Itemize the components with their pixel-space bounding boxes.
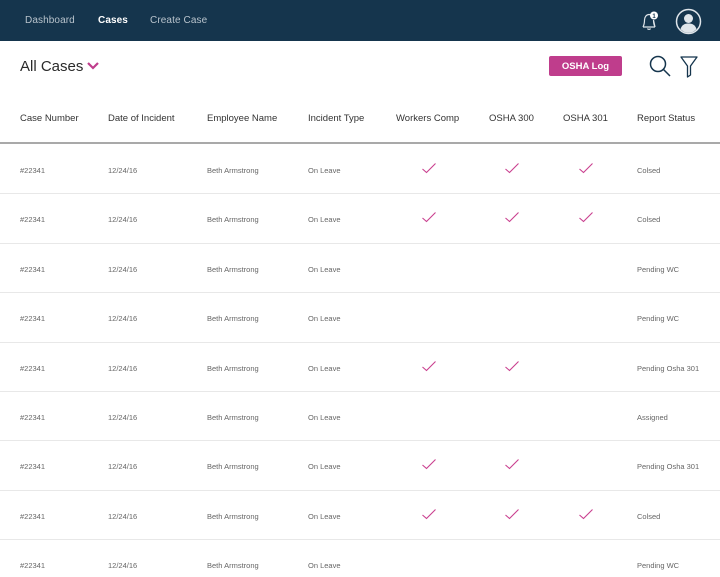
table-header: Case Number Date of Incident Employee Na… — [0, 96, 720, 144]
top-navigation-bar: Dashboard Cases Create Case 1 — [0, 0, 720, 41]
cell-report-status: Colsed — [637, 215, 661, 225]
osha-300-check-icon — [505, 163, 519, 174]
cell-case-number[interactable]: #22341 — [20, 314, 45, 323]
cell-date-of-incident: 12/24/16 — [108, 314, 138, 324]
cell-incident-type: On Leave — [308, 363, 341, 373]
table-row[interactable]: #22341 12/24/16 Beth Armstrong On Leave Pend… — [0, 293, 720, 343]
osha-300-check-icon — [505, 212, 519, 223]
column-header-date-of-incident[interactable]: Date of Incident — [108, 113, 175, 124]
cell-incident-type: On Leave — [308, 264, 341, 274]
table-row[interactable]: #22341 12/24/16 Beth Armstrong On Leave Cols… — [0, 194, 720, 244]
filter-icon[interactable] — [679, 54, 699, 78]
cell-date-of-incident: 12/24/16 — [108, 511, 138, 521]
cell-incident-type: On Leave — [308, 215, 341, 225]
workers-comp-check-icon — [422, 459, 436, 470]
cell-report-status: Colsed — [637, 166, 661, 175]
nav-dashboard[interactable]: Dashboard — [25, 15, 75, 26]
cell-case-number[interactable]: #22341 — [20, 364, 45, 373]
cell-date-of-incident: 12/24/16 — [108, 412, 138, 422]
osha-300-check-icon — [505, 508, 519, 519]
cell-incident-type: On Leave — [308, 561, 341, 571]
table-row[interactable]: #22341 12/24/16 Beth Armstrong On Leave Pend… — [0, 540, 720, 577]
bell-icon: 1 — [642, 11, 658, 30]
cell-case-number[interactable]: #22341 — [20, 166, 45, 175]
cell-employee-name: Beth Armstrong — [207, 215, 259, 225]
cell-employee-name: Beth Armstrong — [207, 314, 259, 324]
cell-incident-type: On Leave — [308, 166, 341, 175]
search-icon[interactable] — [648, 54, 672, 78]
column-header-osha-300[interactable]: OSHA 300 — [489, 113, 534, 124]
table-row[interactable]: #22341 12/24/16 Beth Armstrong On Leave Pend… — [0, 343, 720, 392]
osha-300-check-icon — [505, 360, 519, 371]
user-avatar-button[interactable] — [675, 8, 702, 35]
cell-employee-name: Beth Armstrong — [207, 166, 259, 175]
cell-incident-type: On Leave — [308, 462, 341, 472]
cell-case-number[interactable]: #22341 — [20, 265, 45, 274]
cell-date-of-incident: 12/24/16 — [108, 462, 138, 472]
cases-table-body: #22341 12/24/16 Beth Armstrong On Leave Cols… — [0, 145, 720, 577]
column-header-employee-name[interactable]: Employee Name — [207, 113, 277, 124]
cell-employee-name: Beth Armstrong — [207, 561, 259, 571]
cell-incident-type: On Leave — [308, 412, 341, 422]
cell-report-status: Pending WC — [637, 561, 680, 571]
cell-report-status: Assigned — [637, 412, 668, 422]
cell-employee-name: Beth Armstrong — [207, 264, 259, 274]
cell-report-status: Colsed — [637, 511, 661, 521]
nav-cases[interactable]: Cases — [98, 15, 128, 26]
workers-comp-check-icon — [422, 163, 436, 174]
cell-employee-name: Beth Armstrong — [207, 511, 259, 521]
cell-report-status: Pending WC — [637, 314, 680, 324]
cell-report-status: Pending Osha 301 — [637, 363, 700, 373]
workers-comp-check-icon — [422, 508, 436, 519]
cell-incident-type: On Leave — [308, 314, 341, 324]
cell-date-of-incident: 12/24/16 — [108, 264, 138, 274]
cell-case-number[interactable]: #22341 — [20, 512, 45, 521]
cell-case-number[interactable]: #22341 — [20, 462, 45, 471]
nav-create-case[interactable]: Create Case — [150, 15, 207, 26]
cell-employee-name: Beth Armstrong — [207, 363, 259, 373]
table-row[interactable]: #22341 12/24/16 Beth Armstrong On Leave Cols… — [0, 145, 720, 195]
cell-date-of-incident: 12/24/16 — [108, 215, 138, 225]
chevron-down-icon[interactable] — [86, 61, 100, 71]
table-row[interactable]: #22341 12/24/16 Beth Armstrong On Leave Pend… — [0, 244, 720, 294]
workers-comp-check-icon — [422, 360, 436, 371]
cell-case-number[interactable]: #22341 — [20, 215, 45, 224]
cell-report-status: Pending Osha 301 — [637, 462, 700, 472]
table-row[interactable]: #22341 12/24/16 Beth Armstrong On Leave Cols… — [0, 491, 720, 541]
osha-300-check-icon — [505, 459, 519, 470]
osha-301-check-icon — [579, 212, 593, 223]
column-header-incident-type[interactable]: Incident Type — [308, 113, 364, 124]
cell-incident-type: On Leave — [308, 511, 341, 521]
workers-comp-check-icon — [422, 212, 436, 223]
cell-case-number[interactable]: #22341 — [20, 561, 45, 570]
column-header-report-status[interactable]: Report Status — [637, 113, 695, 124]
column-header-osha-301[interactable]: OSHA 301 — [563, 113, 608, 124]
user-avatar-icon — [675, 8, 702, 35]
cell-employee-name: Beth Armstrong — [207, 462, 259, 472]
cell-report-status: Pending WC — [637, 264, 680, 274]
table-row[interactable]: #22341 12/24/16 Beth Armstrong On Leave Pend… — [0, 441, 720, 491]
cell-date-of-incident: 12/24/16 — [108, 561, 138, 571]
cell-date-of-incident: 12/24/16 — [108, 363, 138, 373]
table-row[interactable]: #22341 12/24/16 Beth Armstrong On Leave Assi… — [0, 392, 720, 442]
column-header-case-number[interactable]: Case Number — [20, 113, 79, 124]
osha-301-check-icon — [579, 508, 593, 519]
osha-log-button[interactable]: OSHA Log — [549, 56, 622, 76]
page-title[interactable]: All Cases — [20, 58, 83, 75]
notifications-button[interactable]: 1 — [637, 9, 661, 33]
cell-date-of-incident: 12/24/16 — [108, 166, 138, 175]
cell-case-number[interactable]: #22341 — [20, 413, 45, 422]
page-header: All Cases OSHA Log — [0, 41, 720, 96]
cell-employee-name: Beth Armstrong — [207, 412, 259, 422]
column-header-workers-comp[interactable]: Workers Comp — [396, 113, 459, 124]
osha-301-check-icon — [579, 163, 593, 174]
